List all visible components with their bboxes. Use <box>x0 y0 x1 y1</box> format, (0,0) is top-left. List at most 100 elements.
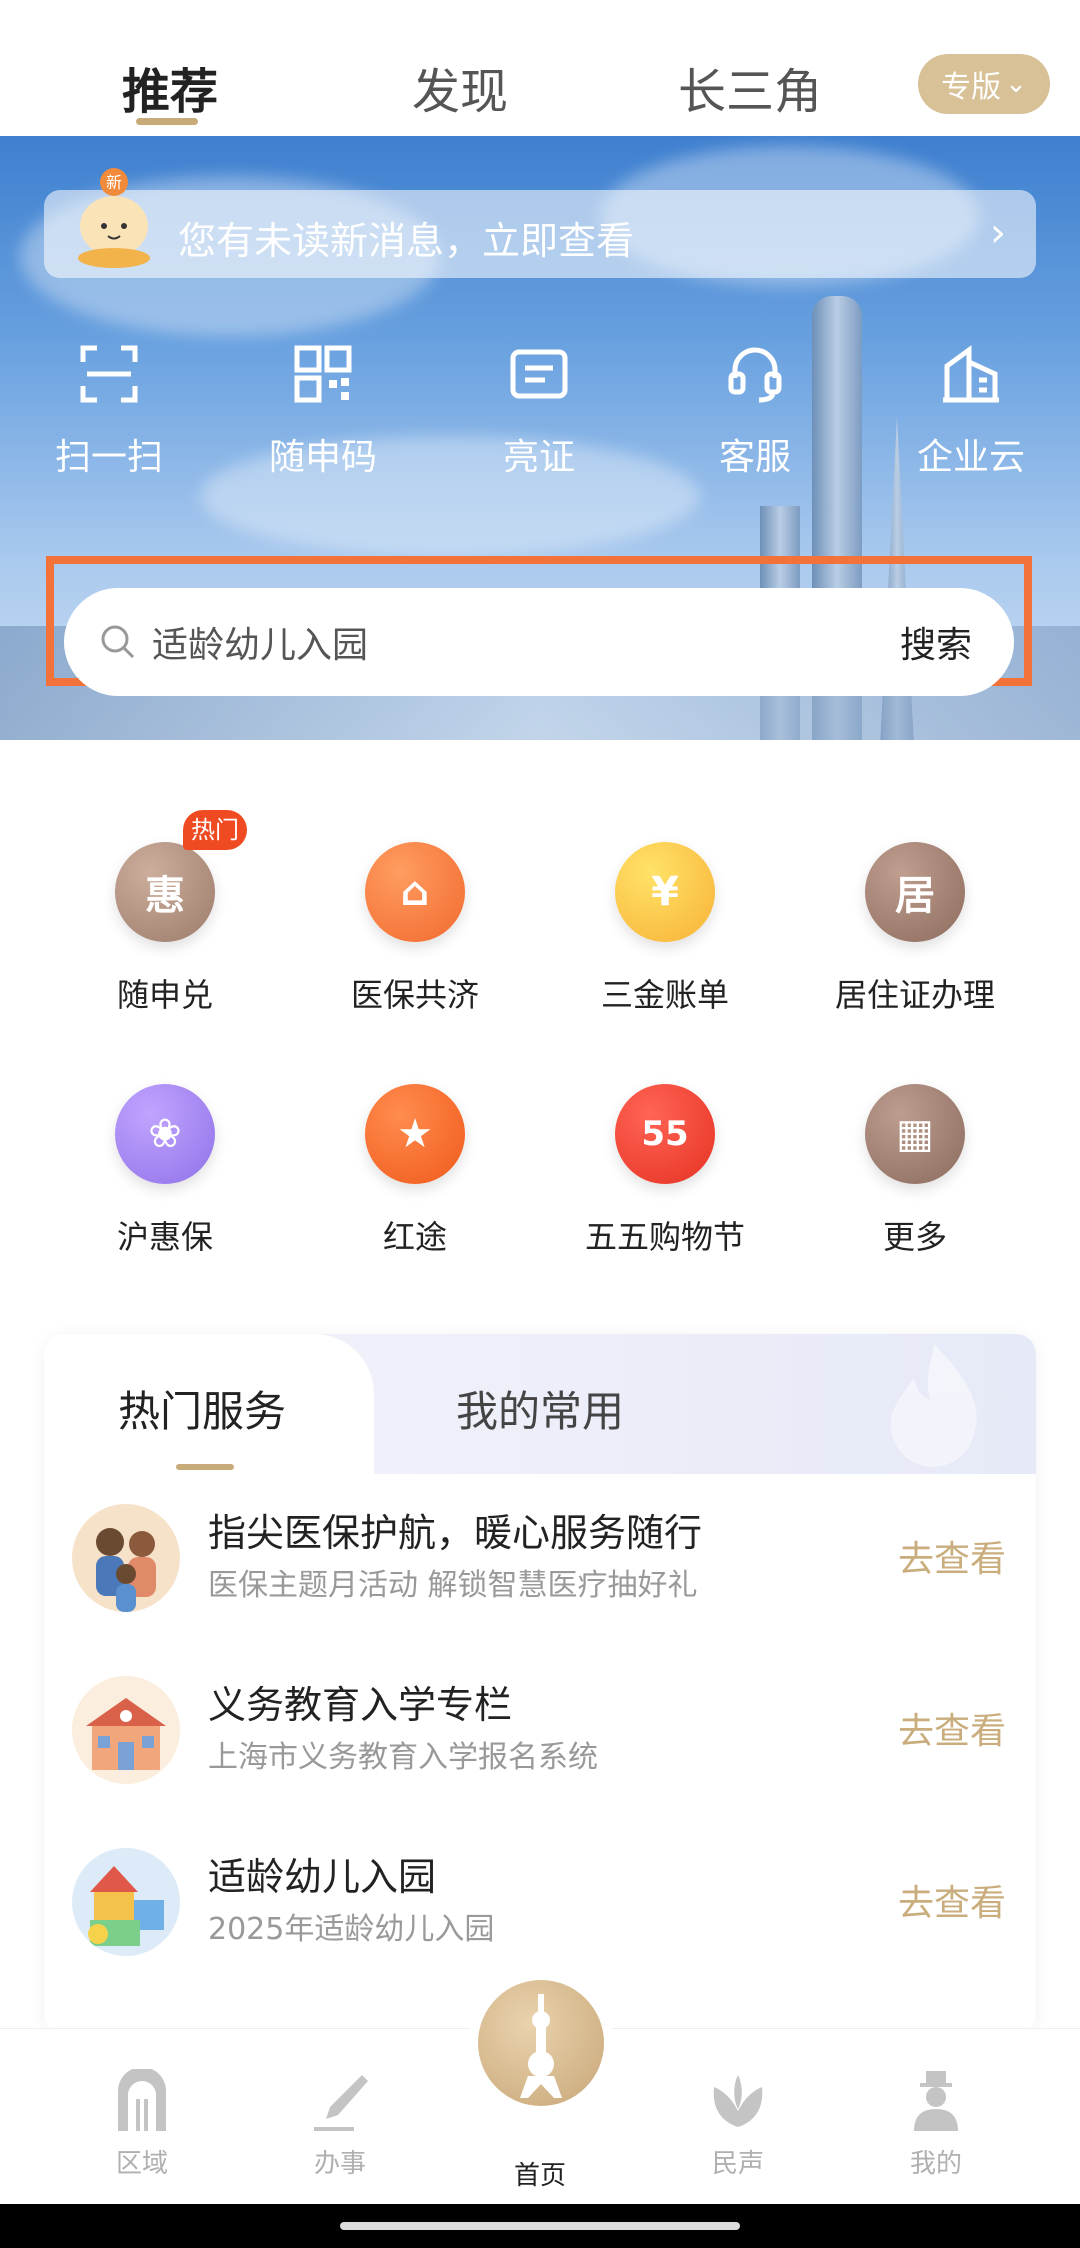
tab-discover[interactable]: 发现 <box>412 52 508 122</box>
medical-insurance-icon: ⌂ <box>365 842 465 942</box>
service-glyph: ❀ <box>148 1111 182 1157</box>
unread-message-banner[interactable]: 新 您有未读新消息，立即查看 › <box>44 168 1036 278</box>
svc-three-funds-bill[interactable]: ¥ 三金账单 <box>555 842 775 1016</box>
search-button[interactable]: 搜索 <box>900 616 972 668</box>
quick-action-qr-code[interactable]: 随申码 <box>248 342 398 480</box>
unread-message-text: 您有未读新消息，立即查看 <box>178 219 635 263</box>
hongtu-icon: ★ <box>365 1084 465 1184</box>
nav-label: 我的 <box>909 2149 962 2179</box>
quick-action-customer-service[interactable]: 客服 <box>680 342 830 480</box>
nav-services[interactable]: 办事 <box>280 2069 400 2180</box>
svc-hongtu[interactable]: ★ 红途 <box>305 1084 525 1258</box>
pen-icon <box>314 2075 368 2131</box>
quick-action-label: 客服 <box>718 437 791 478</box>
svc-medical-insurance[interactable]: ⌂ 医保共济 <box>305 842 525 1016</box>
home-button[interactable] <box>478 1980 604 2106</box>
service-glyph: ★ <box>397 1111 433 1157</box>
view-button[interactable]: 去查看 <box>898 1874 1006 1926</box>
row-title: 义务教育入学专栏 <box>208 1683 513 1727</box>
row-subtitle: 医保主题月活动 解锁智慧医疗抽好礼 <box>208 1568 698 1603</box>
search-icon <box>101 625 135 659</box>
scan-icon <box>80 345 138 403</box>
list-item[interactable]: 指尖医保护航，暖心服务随行 医保主题月活动 解锁智慧医疗抽好礼 去查看 <box>44 1484 1036 1656</box>
service-glyph: 惠 <box>145 873 185 919</box>
quick-action-scan[interactable]: 扫一扫 <box>34 342 184 480</box>
shopping-festival-icon: 55 <box>615 1084 715 1184</box>
toy-blocks-avatar <box>72 1848 180 1956</box>
service-label: 随申兑 <box>116 976 213 1014</box>
school-avatar <box>72 1676 180 1784</box>
quick-action-label: 随申码 <box>268 437 377 478</box>
tab-my-frequent[interactable]: 我的常用 <box>456 1378 624 1439</box>
svc-more[interactable]: ▦ 更多 <box>805 1084 1025 1258</box>
row-subtitle: 上海市义务教育入学报名系统 <box>208 1740 598 1775</box>
list-item[interactable]: 适龄幼儿入园 2025年适龄幼儿入园 去查看 <box>44 1828 1036 2000</box>
svc-suishendui[interactable]: 惠 热门随申兑 <box>55 810 275 1016</box>
service-label: 红途 <box>382 1218 447 1256</box>
quick-action-label: 企业云 <box>916 437 1025 478</box>
quick-action-label: 扫一扫 <box>54 437 163 478</box>
nav-label: 首页 <box>513 2161 566 2191</box>
search-bar[interactable]: 适龄幼儿入园 搜索 <box>64 588 1014 696</box>
quick-action-enterprise-cloud[interactable]: 企业云 <box>896 342 1046 480</box>
three-funds-bill-icon: ¥ <box>615 842 715 942</box>
service-glyph: 居 <box>895 873 935 919</box>
chevron-right-icon: › <box>990 210 1006 256</box>
view-button[interactable]: 去查看 <box>898 1702 1006 1754</box>
mascot-icon: 新 <box>74 166 154 270</box>
nav-home[interactable]: 首页 <box>480 2145 600 2192</box>
service-label: 居住证办理 <box>834 976 995 1014</box>
chevron-down-icon: ⌄ <box>1005 69 1027 99</box>
svc-shopping-festival[interactable]: 55 五五购物节 <box>555 1084 775 1258</box>
service-label: 医保共济 <box>350 976 479 1014</box>
nav-label: 民声 <box>711 2149 764 2179</box>
tab-recommend[interactable]: 推荐 <box>122 52 218 122</box>
hot-badge: 热门 <box>183 810 247 850</box>
top-tab-bar: 推荐 发现 长三角 专版 ⌄ <box>0 0 1080 136</box>
active-tab-indicator <box>136 118 198 125</box>
svc-residence-permit[interactable]: 居居住证办理 <box>805 842 1025 1016</box>
nav-label: 区域 <box>115 2149 168 2179</box>
region-icon <box>118 2069 166 2131</box>
hero-banner: 新 您有未读新消息，立即查看 › 扫一扫 随申码 亮证 客服 企业云 适龄幼儿入… <box>0 136 1080 740</box>
service-label: 沪惠保 <box>116 1218 213 1256</box>
suishendui-icon: 惠 热门 <box>115 810 247 942</box>
more-icon: ▦ <box>865 1084 965 1184</box>
service-glyph: ▦ <box>896 1111 934 1157</box>
card-icon <box>510 349 568 399</box>
search-input[interactable]: 适龄幼儿入园 <box>152 616 900 668</box>
residence-permit-icon: 居 <box>865 842 965 942</box>
headset-icon <box>728 347 782 403</box>
hot-services-card: 热门服务 我的常用 指尖医保护航，暖心服务随行 医保主题月活动 解锁智慧医疗抽好… <box>44 1334 1036 2034</box>
qr-code-icon <box>294 345 352 403</box>
family-avatar <box>72 1504 180 1612</box>
service-glyph: ⌂ <box>400 869 430 915</box>
building-icon <box>943 345 999 403</box>
list-item[interactable]: 义务教育入学专栏 上海市义务教育入学报名系统 去查看 <box>44 1656 1036 1828</box>
nav-label: 办事 <box>313 2149 366 2179</box>
nav-profile[interactable]: 我的 <box>876 2069 996 2180</box>
nav-public-voice[interactable]: 民声 <box>678 2069 798 2180</box>
edition-selector[interactable]: 专版 ⌄ <box>918 54 1050 114</box>
service-glyph: ¥ <box>651 869 679 915</box>
home-indicator[interactable] <box>340 2222 740 2230</box>
service-label: 更多 <box>882 1218 947 1256</box>
row-title: 适龄幼儿入园 <box>208 1855 437 1899</box>
home-tower-icon <box>520 1994 562 2098</box>
service-label: 五五购物节 <box>584 1218 745 1256</box>
profile-icon <box>914 2071 958 2131</box>
svc-huhuibao[interactable]: ❀ 沪惠保 <box>55 1084 275 1258</box>
tab-hot-services[interactable]: 热门服务 <box>118 1378 286 1439</box>
mascot-badge: 新 <box>106 173 122 192</box>
quick-action-show-id[interactable]: 亮证 <box>464 342 614 480</box>
view-button[interactable]: 去查看 <box>898 1530 1006 1582</box>
lotus-icon <box>713 2075 763 2127</box>
quick-action-label: 亮证 <box>502 437 575 478</box>
flame-icon <box>890 1344 977 1467</box>
card-tab-bar: 热门服务 我的常用 <box>44 1334 1036 1474</box>
tab-yangtze-delta[interactable]: 长三角 <box>678 52 822 122</box>
service-glyph: 55 <box>641 1114 689 1154</box>
active-tab-indicator <box>176 1464 234 1470</box>
nav-region[interactable]: 区域 <box>82 2069 202 2180</box>
row-subtitle: 2025年适龄幼儿入园 <box>208 1912 495 1947</box>
